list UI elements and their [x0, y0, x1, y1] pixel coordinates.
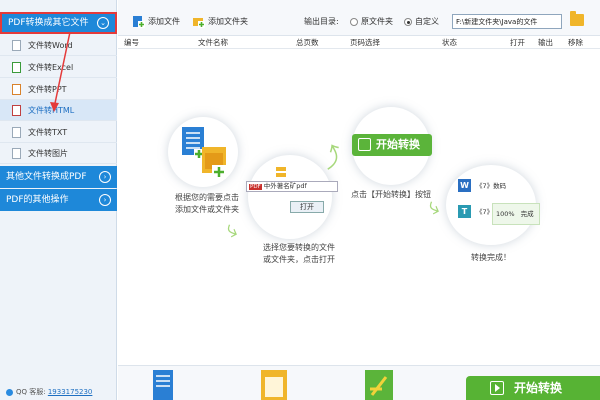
radio-label: 原文件夹	[361, 17, 393, 26]
col-status: 状态	[442, 38, 457, 47]
step2-text: 选择您要转换的文件 或文件夹，点击打开	[263, 243, 335, 264]
sidebar-item-word[interactable]: 文件转Word	[0, 35, 117, 56]
sidebar-item-label: 文件转图片	[28, 149, 68, 158]
progress-done-label: 完成	[520, 210, 534, 218]
sidebar-item-label: 文件转Word	[28, 41, 73, 50]
add-folder-icon	[193, 18, 205, 28]
start-convert-illustration: 开始转换	[352, 134, 432, 156]
play-icon	[358, 138, 371, 151]
add-file-icon	[133, 16, 145, 28]
dialog-filename: 中外著名矿	[263, 182, 297, 190]
radio-circle	[350, 18, 358, 26]
step1-bubble	[168, 117, 238, 187]
start-illustration-label: 开始转换	[376, 138, 420, 151]
col-remove: 移除	[568, 38, 583, 47]
col-page-select: 页码选择	[350, 38, 380, 47]
main-panel: 添加文件 添加文件夹 输出目录: 原文件夹 自定义 编号 文件名称 总页数 页码…	[118, 0, 600, 400]
radio-original-folder[interactable]: 原文件夹	[350, 14, 393, 30]
step1-text: 根据您的需要点击 添加文件或文件夹	[175, 193, 239, 214]
file-table-header: 编号 文件名称 总页数 页码选择 状态 打开 输出 移除	[118, 36, 600, 49]
dialog-open-button: 打开	[290, 201, 324, 213]
play-icon	[490, 381, 504, 395]
doc1-label: 《7》数码	[476, 182, 507, 190]
clear-list-icon[interactable]	[364, 369, 394, 400]
chevron-right-icon: ›	[99, 194, 111, 206]
chevron-down-icon: ⌄	[97, 17, 109, 29]
col-output: 输出	[538, 38, 553, 47]
col-number: 编号	[124, 38, 139, 47]
folder-list-icon	[276, 167, 316, 179]
chevron-right-icon: ›	[99, 171, 111, 183]
txt-icon: T	[458, 205, 471, 218]
add-file-large-icon[interactable]	[152, 369, 176, 400]
step4-text: 转换完成！	[471, 253, 511, 262]
category-pdf-other-ops[interactable]: PDF的其他操作 ›	[0, 189, 117, 211]
word-icon: W	[458, 179, 471, 192]
txt-file-icon	[12, 127, 21, 138]
pdf-file-icon: PDF	[249, 184, 262, 190]
sidebar-item-excel[interactable]: 文件转Excel	[0, 57, 117, 78]
category-label: 其他文件转换成PDF	[6, 172, 87, 182]
radio-circle-selected	[404, 18, 412, 26]
sidebar-item-html[interactable]: 文件转HTML	[0, 100, 117, 121]
dialog-file-row: PDF 中外著名矿pdf	[246, 181, 338, 192]
radio-custom[interactable]: 自定义	[404, 14, 439, 30]
guide-area: 根据您的需要点击 添加文件或文件夹 ⤷ PDF 中外著名矿pdf 打开 选择您要…	[118, 49, 600, 365]
start-convert-label: 开始转换	[514, 381, 563, 395]
step4-caption: 转换完成！	[436, 252, 546, 264]
toolbar: 添加文件 添加文件夹 输出目录: 原文件夹 自定义	[118, 0, 600, 36]
add-folder-label: 添加文件夹	[208, 17, 248, 26]
step1-caption: 根据您的需要点击 添加文件或文件夹	[152, 192, 262, 216]
sidebar-item-label: 文件转TXT	[28, 128, 68, 137]
col-pages: 总页数	[296, 38, 319, 47]
sidebar: PDF转换成其它文件 ⌄ 文件转Word 文件转Excel 文件转PPT 文件转…	[0, 0, 117, 400]
category-pdf-to-other[interactable]: PDF转换成其它文件 ⌄	[0, 12, 117, 34]
dialog-ext: pdf	[296, 182, 307, 190]
step2-bubble: PDF 中外著名矿pdf 打开	[246, 155, 338, 239]
step2-caption: 选择您要转换的文件 或文件夹，点击打开	[244, 242, 354, 266]
col-open: 打开	[510, 38, 525, 47]
add-file-button[interactable]: 添加文件	[132, 14, 180, 30]
add-folder-button[interactable]: 添加文件夹	[192, 14, 248, 30]
qq-label: QQ 客服:	[16, 388, 46, 396]
category-other-to-pdf[interactable]: 其他文件转换成PDF ›	[0, 166, 117, 188]
sidebar-item-image[interactable]: 文件转图片	[0, 143, 117, 164]
progress-done: 100% 完成	[492, 203, 540, 225]
output-dir-label: 输出目录:	[304, 17, 339, 26]
step3-bubble: 开始转换	[352, 107, 432, 185]
curve-arrow-icon: ⤷	[222, 216, 243, 245]
step4-bubble: W 《7》数码 T 《7》数码 100% 完成	[446, 165, 540, 245]
html-file-icon	[12, 105, 21, 116]
image-file-icon	[12, 148, 21, 159]
curve-arrow-icon: ⤴	[316, 141, 349, 174]
excel-file-icon	[12, 62, 21, 73]
sidebar-item-label: 文件转PPT	[28, 85, 67, 94]
sidebar-item-txt[interactable]: 文件转TXT	[0, 122, 117, 143]
qq-support: QQ 客服: 1933175230	[6, 387, 92, 397]
sidebar-item-ppt[interactable]: 文件转PPT	[0, 79, 117, 100]
radio-label: 自定义	[415, 17, 439, 26]
sidebar-item-label: 文件转HTML	[28, 106, 75, 115]
qq-icon	[6, 388, 13, 396]
category-label: PDF转换成其它文件	[8, 18, 89, 28]
progress-value: 100%	[496, 210, 515, 218]
word-file-icon	[12, 40, 21, 51]
sidebar-item-label: 文件转Excel	[28, 63, 74, 72]
start-convert-button[interactable]: 开始转换	[466, 376, 600, 400]
browse-folder-icon[interactable]	[570, 11, 584, 26]
add-folder-large-icon[interactable]	[260, 369, 288, 400]
ppt-file-icon	[12, 84, 21, 95]
col-filename: 文件名称	[198, 38, 228, 47]
qq-number-link[interactable]: 1933175230	[48, 388, 93, 396]
add-file-label: 添加文件	[148, 17, 180, 26]
category-label: PDF的其他操作	[6, 195, 69, 205]
add-files-illustration-icon	[182, 127, 226, 179]
bottom-bar: 开始转换	[118, 365, 600, 400]
output-path-input[interactable]	[452, 14, 562, 29]
